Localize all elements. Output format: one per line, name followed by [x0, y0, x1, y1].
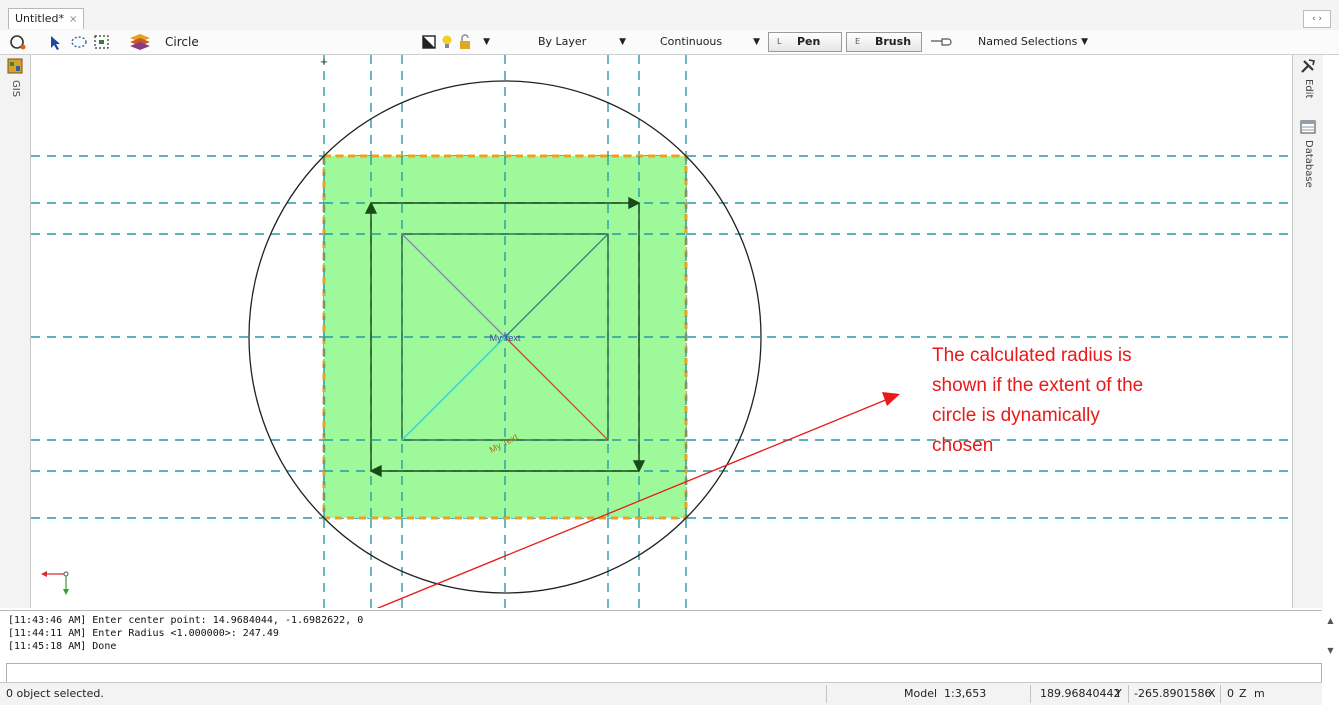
drawing-canvas[interactable]: My Text My Text +: [31, 55, 1291, 608]
layer-color-icon[interactable]: [420, 33, 438, 51]
selection-status: 0 object selected.: [6, 687, 104, 700]
chevron-down-icon: ▼: [619, 37, 626, 47]
coord-x-value: -265.8901586: [1134, 687, 1212, 700]
database-icon[interactable]: [1300, 119, 1316, 135]
coord-x-label: X: [1208, 687, 1216, 700]
crosshair-marker-icon: +: [320, 57, 328, 68]
annotation-callout: The calculated radius is shown if the ex…: [932, 341, 1262, 461]
coord-z-value: 0: [1227, 687, 1234, 700]
tools-icon[interactable]: [1300, 58, 1316, 74]
pointing-hand-icon[interactable]: [930, 33, 954, 51]
pen-shortcut-key: L: [777, 37, 782, 46]
ucs-axis-icon: [41, 571, 69, 595]
lasso-select-icon[interactable]: [70, 33, 88, 51]
select-arrow-icon[interactable]: [46, 33, 64, 51]
right-side-panel: Edit Database: [1292, 55, 1323, 608]
command-log: [11:43:46 AM] Enter center point: 14.968…: [0, 610, 1322, 661]
database-panel-tab[interactable]: Database: [1303, 140, 1314, 188]
lock-icon[interactable]: [456, 33, 474, 51]
edit-panel-tab[interactable]: Edit: [1303, 79, 1314, 98]
document-tab-bar: Untitled* × ‹ ›: [0, 0, 1339, 31]
status-divider: [1220, 685, 1221, 703]
brush-shortcut-key: E: [855, 37, 861, 46]
snap-tool-icon[interactable]: [9, 33, 27, 51]
tab-close-icon[interactable]: ×: [69, 14, 77, 25]
chevron-down-icon: ▼: [753, 37, 760, 47]
linetype-color-value: By Layer: [538, 35, 587, 48]
tab-untitled[interactable]: Untitled* ×: [8, 8, 85, 29]
gis-panel-tab[interactable]: GIS: [10, 80, 21, 97]
coord-z-label: Z: [1239, 687, 1247, 700]
drawing-toolbar: Circle ▼ By Layer ▼ Continuous ▼ L Pen E Bru…: [0, 30, 1339, 55]
pen-button[interactable]: L Pen: [768, 32, 842, 52]
log-line: [11:45:18 AM] Done: [8, 641, 117, 652]
command-input[interactable]: [6, 663, 1322, 683]
annotation-line-4: chosen: [932, 435, 994, 456]
pen-button-label: Pen: [797, 35, 821, 48]
tab-scroll-arrows-icon[interactable]: ‹ ›: [1303, 10, 1331, 28]
linestyle-dropdown[interactable]: Continuous ▼: [634, 33, 764, 51]
scale-readout[interactable]: 1:3,653: [944, 683, 986, 705]
brush-button[interactable]: E Brush: [846, 32, 922, 52]
mode-label: Circle: [165, 35, 199, 49]
left-side-panel: GIS: [0, 55, 31, 608]
drawing-svg: My Text My Text +: [31, 55, 1291, 608]
log-line: [11:43:46 AM] Enter center point: 14.968…: [8, 615, 364, 626]
lightbulb-icon[interactable]: [438, 33, 456, 51]
annotation-line-2: shown if the extent of the: [932, 375, 1144, 396]
layers-icon[interactable]: [128, 33, 152, 51]
log-line: [11:44:11 AM] Enter Radius <1.000000>: 2…: [8, 628, 279, 639]
unit-label: m: [1254, 687, 1265, 700]
window-select-icon[interactable]: [93, 33, 111, 51]
annotation-arrow-head: [882, 392, 900, 406]
named-selections-label: Named Selections: [978, 35, 1078, 48]
status-divider: [1030, 685, 1031, 703]
linetype-color-dropdown[interactable]: By Layer ▼: [500, 33, 630, 51]
coord-y-label: Y: [1115, 687, 1122, 700]
gis-map-icon[interactable]: [7, 58, 23, 74]
status-divider: [826, 685, 827, 703]
annotation-line-1: The calculated radius is: [932, 345, 1132, 366]
linestyle-value: Continuous: [660, 35, 723, 48]
canvas-text-top[interactable]: My Text: [490, 333, 521, 343]
scroll-down-icon[interactable]: ▼: [1322, 646, 1339, 655]
annotation-line-3: circle is dynamically: [932, 405, 1100, 426]
status-bar: 0 object selected. Model 1:3,653 189.968…: [0, 682, 1322, 705]
scroll-up-icon[interactable]: ▲: [1322, 616, 1339, 625]
chevron-down-icon: ▼: [1081, 37, 1088, 47]
model-space-toggle[interactable]: Model: [904, 683, 937, 705]
log-scrollbar[interactable]: ▲ ▼: [1322, 610, 1339, 660]
brush-button-label: Brush: [875, 35, 912, 48]
coord-y-value: 189.96840442: [1040, 687, 1121, 700]
layer-dropdown-icon[interactable]: ▼: [480, 33, 494, 51]
status-divider: [1128, 685, 1129, 703]
named-selections-dropdown[interactable]: Named Selections ▼: [978, 33, 1092, 51]
tab-label: Untitled*: [15, 12, 65, 25]
